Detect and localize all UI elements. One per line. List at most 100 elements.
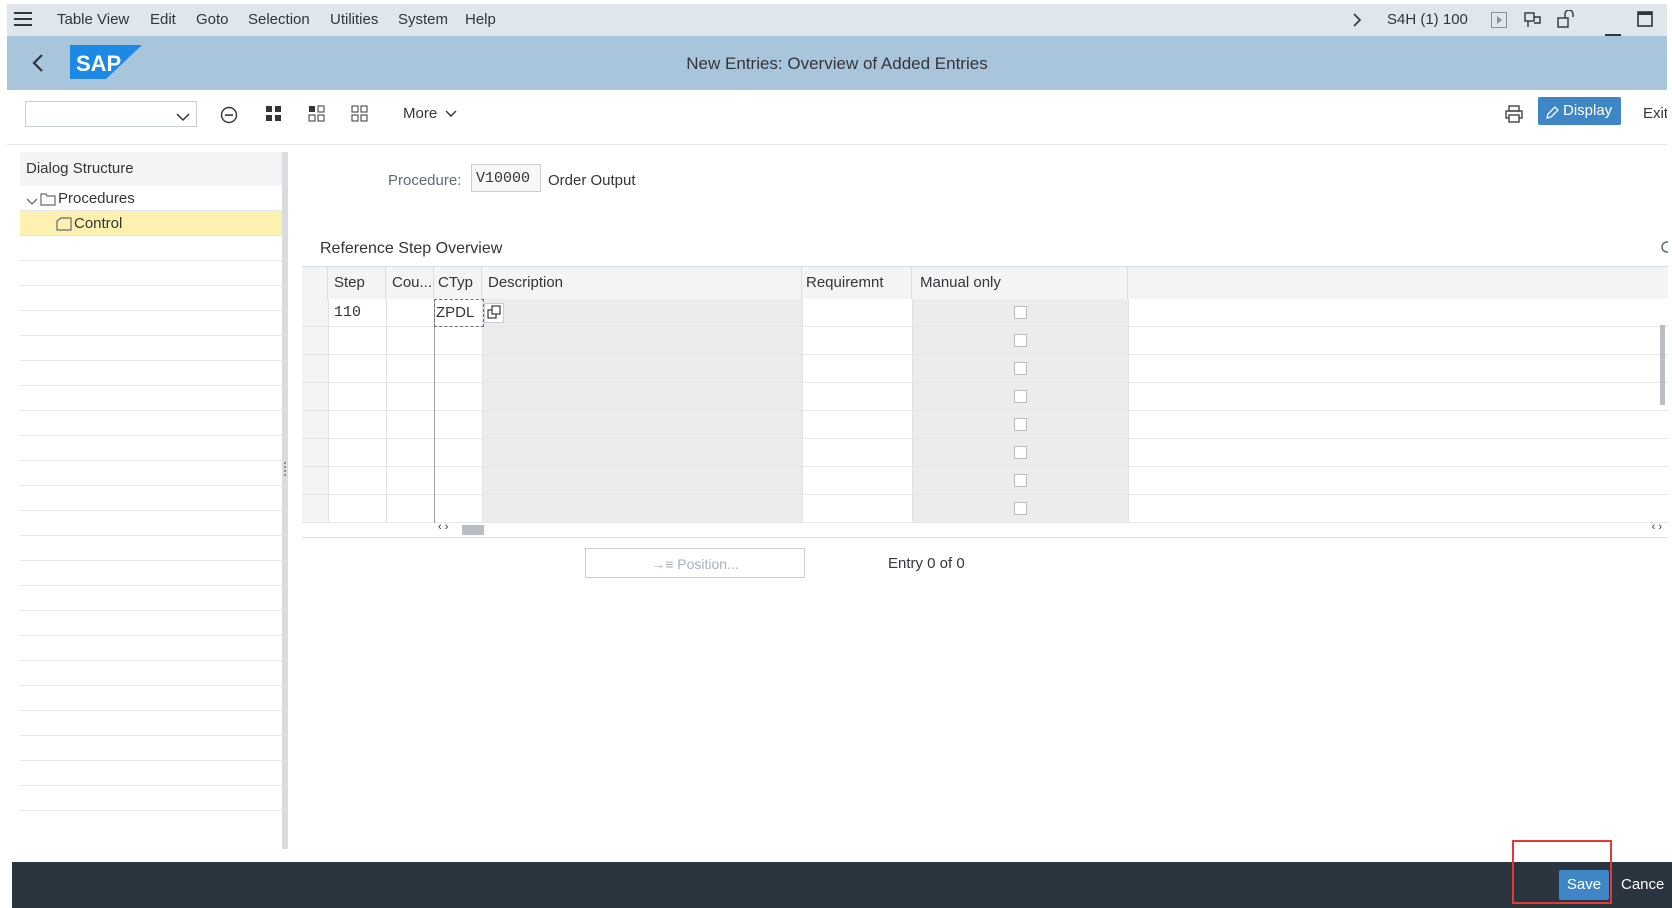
table-row[interactable] bbox=[302, 495, 1668, 523]
command-field[interactable] bbox=[25, 101, 197, 127]
manual-only-checkbox[interactable] bbox=[1014, 362, 1027, 375]
entry-count: Entry 0 of 0 bbox=[888, 555, 965, 572]
folder-icon bbox=[40, 192, 56, 210]
dialog-structure-panel: Dialog Structure Procedures Control bbox=[20, 152, 288, 849]
display-label: Display bbox=[1563, 102, 1613, 119]
tree-empty-row bbox=[20, 236, 282, 261]
manual-only-checkbox[interactable] bbox=[1014, 390, 1027, 403]
tree-empty-row bbox=[20, 611, 282, 636]
table-row[interactable] bbox=[302, 355, 1668, 383]
play-icon[interactable] bbox=[1491, 12, 1507, 33]
tree-empty-row bbox=[20, 386, 282, 411]
column-divider bbox=[802, 299, 803, 523]
vertical-scrollbar[interactable] bbox=[1660, 317, 1666, 517]
column-header-counter[interactable]: Cou... bbox=[386, 267, 434, 299]
column-divider bbox=[386, 299, 387, 523]
table-row[interactable] bbox=[302, 439, 1668, 467]
maximize-icon[interactable] bbox=[1637, 11, 1653, 32]
cell-step[interactable]: 110 bbox=[334, 304, 361, 321]
column-divider bbox=[482, 299, 483, 523]
minus-circle-icon[interactable] bbox=[220, 106, 238, 129]
exit-button[interactable]: Exit bbox=[1643, 105, 1667, 122]
settings-icon[interactable] bbox=[1660, 240, 1672, 259]
select-block-icon[interactable] bbox=[308, 105, 326, 128]
toolbar: More Display Exit bbox=[7, 90, 1667, 145]
chevron-down-icon[interactable] bbox=[26, 194, 38, 211]
column-header-description[interactable]: Description bbox=[482, 267, 802, 299]
manual-only-checkbox[interactable] bbox=[1014, 474, 1027, 487]
chevron-down-icon[interactable] bbox=[176, 109, 190, 127]
column-header-requirement[interactable]: Requiremnt bbox=[802, 267, 912, 299]
tree-empty-row bbox=[20, 761, 282, 786]
row-selector-header[interactable] bbox=[302, 267, 328, 299]
tree-item-label: Control bbox=[74, 215, 123, 232]
tree-empty-row bbox=[20, 486, 282, 511]
table-row[interactable] bbox=[302, 383, 1668, 411]
hamburger-menu-icon[interactable] bbox=[14, 11, 32, 32]
layout-icon[interactable] bbox=[1524, 12, 1542, 33]
tree-item-control[interactable]: Control bbox=[20, 211, 282, 236]
control-icon bbox=[56, 217, 72, 235]
tree-item-label: Procedures bbox=[58, 190, 135, 207]
column-header-ctyp[interactable]: CTyp bbox=[434, 267, 482, 299]
menu-utilities[interactable]: Utilities bbox=[330, 11, 378, 28]
scroll-left-right-icon[interactable]: ‹ › bbox=[438, 521, 448, 533]
menu-selection[interactable]: Selection bbox=[248, 11, 310, 28]
cancel-button[interactable]: Cance bbox=[1621, 876, 1664, 893]
lock-icon[interactable] bbox=[1556, 9, 1574, 33]
table-row[interactable]: 110 ZPDL bbox=[302, 299, 1668, 327]
table-row[interactable] bbox=[302, 411, 1668, 439]
menu-table-view[interactable]: Table View bbox=[57, 11, 129, 28]
deselect-icon[interactable] bbox=[351, 105, 369, 128]
select-all-icon[interactable] bbox=[265, 105, 283, 128]
column-header-manual-only[interactable]: Manual only bbox=[912, 267, 1128, 299]
table-title: Reference Step Overview bbox=[320, 240, 503, 257]
menu-system[interactable]: System bbox=[398, 11, 448, 28]
menu-goto[interactable]: Goto bbox=[196, 11, 229, 28]
tree-empty-row bbox=[20, 361, 282, 386]
page-title: New Entries: Overview of Added Entries bbox=[686, 54, 988, 73]
manual-only-checkbox[interactable] bbox=[1014, 418, 1027, 431]
scroll-thumb[interactable] bbox=[462, 525, 484, 535]
tree-empty-row bbox=[20, 411, 282, 436]
manual-only-checkbox[interactable] bbox=[1014, 334, 1027, 347]
table-row[interactable] bbox=[302, 467, 1668, 495]
tree-empty-row bbox=[20, 711, 282, 736]
cell-ctyp[interactable]: ZPDL bbox=[436, 304, 474, 321]
edit-icon bbox=[1544, 103, 1560, 131]
tree-empty-row bbox=[20, 286, 282, 311]
copy-icon[interactable] bbox=[484, 303, 504, 328]
scroll-left-right-icon[interactable]: ‹ › bbox=[1652, 521, 1662, 533]
tree-empty-row bbox=[20, 336, 282, 361]
scroll-thumb[interactable] bbox=[1660, 325, 1665, 405]
position-button[interactable]: →≡ Position... bbox=[585, 548, 805, 578]
more-menu[interactable]: More bbox=[403, 105, 457, 123]
procedure-field[interactable]: V10000 bbox=[471, 164, 541, 192]
table-row[interactable] bbox=[302, 327, 1668, 355]
column-header-step[interactable]: Step bbox=[328, 267, 386, 299]
tree-empty-row bbox=[20, 561, 282, 586]
print-icon[interactable] bbox=[1505, 105, 1523, 128]
save-highlight-box bbox=[1512, 840, 1612, 904]
column-divider bbox=[434, 299, 435, 523]
tree-item-procedures[interactable]: Procedures bbox=[20, 186, 282, 211]
column-header-filler bbox=[1128, 267, 1668, 299]
menu-help[interactable]: Help bbox=[465, 11, 496, 28]
display-button[interactable]: Display bbox=[1538, 97, 1621, 125]
manual-only-checkbox[interactable] bbox=[1014, 306, 1027, 319]
panel-splitter[interactable] bbox=[284, 462, 288, 476]
tree-empty-row bbox=[20, 311, 282, 336]
procedure-label: Procedure: bbox=[388, 172, 462, 189]
chevron-right-icon[interactable] bbox=[1352, 13, 1362, 32]
tree-empty-row bbox=[20, 586, 282, 611]
tree-empty-row bbox=[20, 536, 282, 561]
tree-empty-row bbox=[20, 636, 282, 661]
manual-only-checkbox[interactable] bbox=[1014, 446, 1027, 459]
manual-only-checkbox[interactable] bbox=[1014, 502, 1027, 515]
menu-edit[interactable]: Edit bbox=[150, 11, 176, 28]
title-bar: SAP New Entries: Overview of Added Entri… bbox=[7, 36, 1667, 90]
tree-empty-row bbox=[20, 261, 282, 286]
tree-empty-row bbox=[20, 461, 282, 486]
column-divider bbox=[912, 299, 913, 523]
horizontal-scrollbar[interactable]: ‹ › ‹ › bbox=[434, 521, 1668, 535]
